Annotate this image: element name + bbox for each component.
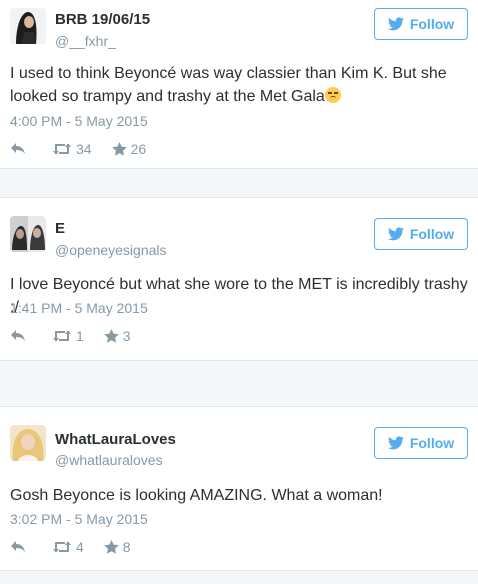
retweet-button[interactable]: 34 — [52, 141, 92, 157]
unamused-face-emoji-icon — [324, 87, 341, 103]
display-name[interactable]: BRB 19/06/15 — [55, 11, 150, 28]
tweet-actions: 4 8 — [10, 537, 131, 557]
reply-icon — [11, 541, 25, 552]
username-handle[interactable]: @whatlauraloves — [55, 452, 163, 468]
reply-button[interactable] — [10, 329, 26, 343]
tweet-feed: BRB 19/06/15 @__fxhr_ Follow I used to t… — [0, 0, 478, 584]
display-name[interactable]: E — [55, 220, 65, 237]
follow-label: Follow — [409, 226, 455, 242]
retweet-icon — [53, 330, 71, 342]
follow-button[interactable]: Follow — [374, 427, 468, 459]
follow-label: Follow — [409, 16, 455, 32]
reply-button[interactable] — [10, 540, 26, 554]
tweet-timestamp[interactable]: 1:41 PM - 5 May 2015 — [10, 300, 148, 316]
favorite-button[interactable]: 26 — [111, 141, 147, 157]
tweet-card: BRB 19/06/15 @__fxhr_ Follow I used to t… — [0, 0, 478, 169]
tweet-timestamp[interactable]: 3:02 PM - 5 May 2015 — [10, 511, 148, 527]
favorite-button[interactable]: 3 — [103, 328, 131, 344]
avatar[interactable] — [10, 425, 46, 461]
tweet-timestamp[interactable]: 4:00 PM - 5 May 2015 — [10, 113, 148, 129]
reply-icon — [11, 143, 25, 154]
retweet-icon — [53, 541, 71, 553]
retweet-button[interactable]: 1 — [52, 328, 84, 344]
star-icon — [111, 142, 127, 156]
tweet-card: E @openeyesignals Follow I love Beyoncé … — [0, 197, 478, 361]
username-handle[interactable]: @__fxhr_ — [55, 33, 116, 49]
retweet-count: 1 — [76, 328, 84, 344]
star-icon — [103, 329, 119, 343]
twitter-bird-icon — [387, 17, 404, 31]
follow-button[interactable]: Follow — [374, 8, 468, 40]
tweet-card: WhatLauraLoves @whatlauraloves Follow Go… — [0, 406, 478, 571]
retweet-count: 34 — [76, 141, 92, 157]
favorite-count: 8 — [122, 539, 131, 555]
tweet-text: Gosh Beyonce is looking AMAZING. What a … — [10, 487, 383, 504]
follow-label: Follow — [409, 435, 455, 451]
tweet-actions: 34 26 — [10, 139, 146, 159]
tweet-text: I used to think Beyoncé was way classier… — [10, 65, 447, 105]
retweet-icon — [53, 143, 71, 155]
tweet-actions: 1 3 — [10, 326, 131, 346]
favorite-count: 26 — [130, 141, 147, 157]
reply-button[interactable] — [10, 142, 26, 156]
retweet-button[interactable]: 4 — [52, 539, 84, 555]
retweet-count: 4 — [76, 539, 84, 555]
display-name[interactable]: WhatLauraLoves — [55, 431, 176, 448]
twitter-bird-icon — [387, 227, 404, 241]
twitter-bird-icon — [387, 436, 404, 450]
follow-button[interactable]: Follow — [374, 218, 468, 250]
username-handle[interactable]: @openeyesignals — [55, 242, 167, 258]
reply-icon — [11, 330, 25, 341]
avatar[interactable] — [10, 8, 46, 44]
star-icon — [103, 540, 119, 554]
favorite-count: 3 — [122, 328, 131, 344]
avatar[interactable] — [10, 216, 46, 252]
favorite-button[interactable]: 8 — [103, 539, 131, 555]
